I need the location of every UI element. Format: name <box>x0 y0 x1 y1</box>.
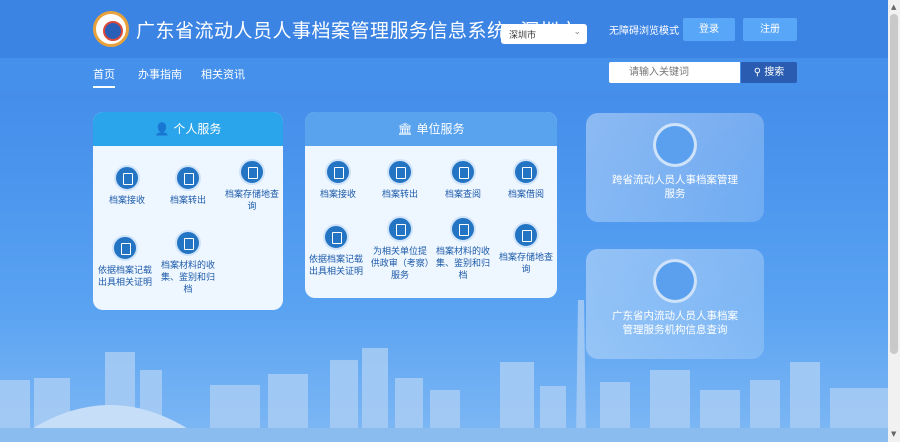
svc-label: 档案存储地查询 <box>498 253 553 275</box>
register-button[interactable]: 注册 <box>743 18 797 41</box>
svc-label: 依据档案记载出具相关证明 <box>97 266 152 288</box>
card-label: 跨省流动人员人事档案管理服务 <box>612 174 738 200</box>
city-select-value: 深圳市 <box>509 31 537 41</box>
svc-label: 档案转出 <box>381 190 418 200</box>
svc-label: 档案材料的收集、鉴别和归档 <box>435 247 490 281</box>
unit-svc-archive-transfer[interactable]: 档案转出 <box>369 159 431 201</box>
chevron-down-icon: ⌄ <box>573 27 581 37</box>
personal-service-header: 👤 个人服务 <box>93 112 283 146</box>
site-logo-icon <box>93 11 129 47</box>
archive-consult-icon <box>450 159 476 185</box>
building-icon: 🏛 <box>397 122 413 136</box>
unit-svc-archive-consult[interactable]: 档案查阅 <box>432 159 494 201</box>
svc-label: 档案查阅 <box>444 190 481 200</box>
search-input[interactable] <box>609 62 740 83</box>
certificate-icon <box>112 235 138 261</box>
cross-province-archive-card[interactable]: 跨省流动人员人事档案管理服务 <box>586 113 764 222</box>
svc-label: 依据档案记载出具相关证明 <box>308 255 363 277</box>
scroll-up-icon[interactable]: ▲ <box>891 3 896 11</box>
unit-svc-political-review[interactable]: 为相关单位提供政审（考察）服务 <box>369 216 431 282</box>
unit-svc-archive-location[interactable]: 档案存储地查询 <box>495 222 557 276</box>
archive-borrow-icon <box>513 159 539 185</box>
svc-label: 档案存储地查询 <box>224 190 279 212</box>
svc-material-collection[interactable]: 档案材料的收集、鉴别和归档 <box>157 230 219 296</box>
svc-label: 为相关单位提供政审（考察）服务 <box>370 247 430 281</box>
unit-service-panel: 🏛 单位服务 档案接收 档案转出 档案查阅 档案借阅 依据档案记载出具相关证明 … <box>305 112 557 298</box>
archive-transfer-icon <box>175 165 201 191</box>
svc-label: 档案接收 <box>319 190 356 200</box>
personal-service-panel: 👤 个人服务 档案接收 档案转出 档案存储地查询 依据档案记载出具相关证明 档案… <box>93 112 283 310</box>
archive-receive-icon <box>114 165 140 191</box>
svc-label: 档案接收 <box>108 196 145 206</box>
search-icon: ⚲ <box>753 67 762 78</box>
login-button[interactable]: 登录 <box>683 18 735 41</box>
unit-service-header: 🏛 单位服务 <box>305 112 557 146</box>
archive-location-icon <box>239 159 265 185</box>
personal-service-title: 个人服务 <box>173 122 222 136</box>
unit-svc-material-collection[interactable]: 档案材料的收集、鉴别和归档 <box>432 216 494 282</box>
svc-label: 档案转出 <box>169 196 206 206</box>
search-button[interactable]: ⚲ 搜索 <box>741 62 797 83</box>
certificate-icon <box>323 224 349 250</box>
material-collection-icon <box>450 216 476 242</box>
archive-location-icon <box>513 222 539 248</box>
svc-archive-receive[interactable]: 档案接收 <box>96 165 158 207</box>
svc-issue-certificate[interactable]: 依据档案记载出具相关证明 <box>94 235 156 289</box>
unit-svc-archive-borrow[interactable]: 档案借阅 <box>495 159 557 201</box>
archive-receive-icon <box>325 159 351 185</box>
unit-svc-archive-receive[interactable]: 档案接收 <box>307 159 369 201</box>
svc-archive-location[interactable]: 档案存储地查询 <box>221 159 283 213</box>
unit-service-title: 单位服务 <box>416 122 465 136</box>
material-collection-icon <box>175 230 201 256</box>
svc-label: 档案借阅 <box>507 190 544 200</box>
site-header: 广东省流动人员人事档案管理服务信息系统- 深圳市 深圳市 ⌄ 无障碍浏览模式 登… <box>0 0 888 58</box>
scroll-down-icon[interactable]: ▼ <box>891 430 896 438</box>
nav-guide[interactable]: 办事指南 <box>138 66 182 82</box>
user-icon: 👤 <box>154 122 170 136</box>
accessibility-mode-link[interactable]: 无障碍浏览模式 <box>609 22 679 37</box>
archive-transfer-icon <box>387 159 413 185</box>
nav-news[interactable]: 相关资讯 <box>201 66 245 82</box>
search-button-label: 搜索 <box>764 67 785 78</box>
unit-svc-issue-certificate[interactable]: 依据档案记载出具相关证明 <box>305 224 367 278</box>
city-select[interactable]: 深圳市 ⌄ <box>501 24 587 44</box>
id-card-icon <box>653 123 697 167</box>
scrollbar-thumb[interactable] <box>890 14 898 354</box>
svc-archive-transfer[interactable]: 档案转出 <box>157 165 219 207</box>
nav-home[interactable]: 首页 <box>93 66 115 88</box>
political-review-icon <box>387 216 413 242</box>
city-skyline-illustration <box>0 300 888 442</box>
